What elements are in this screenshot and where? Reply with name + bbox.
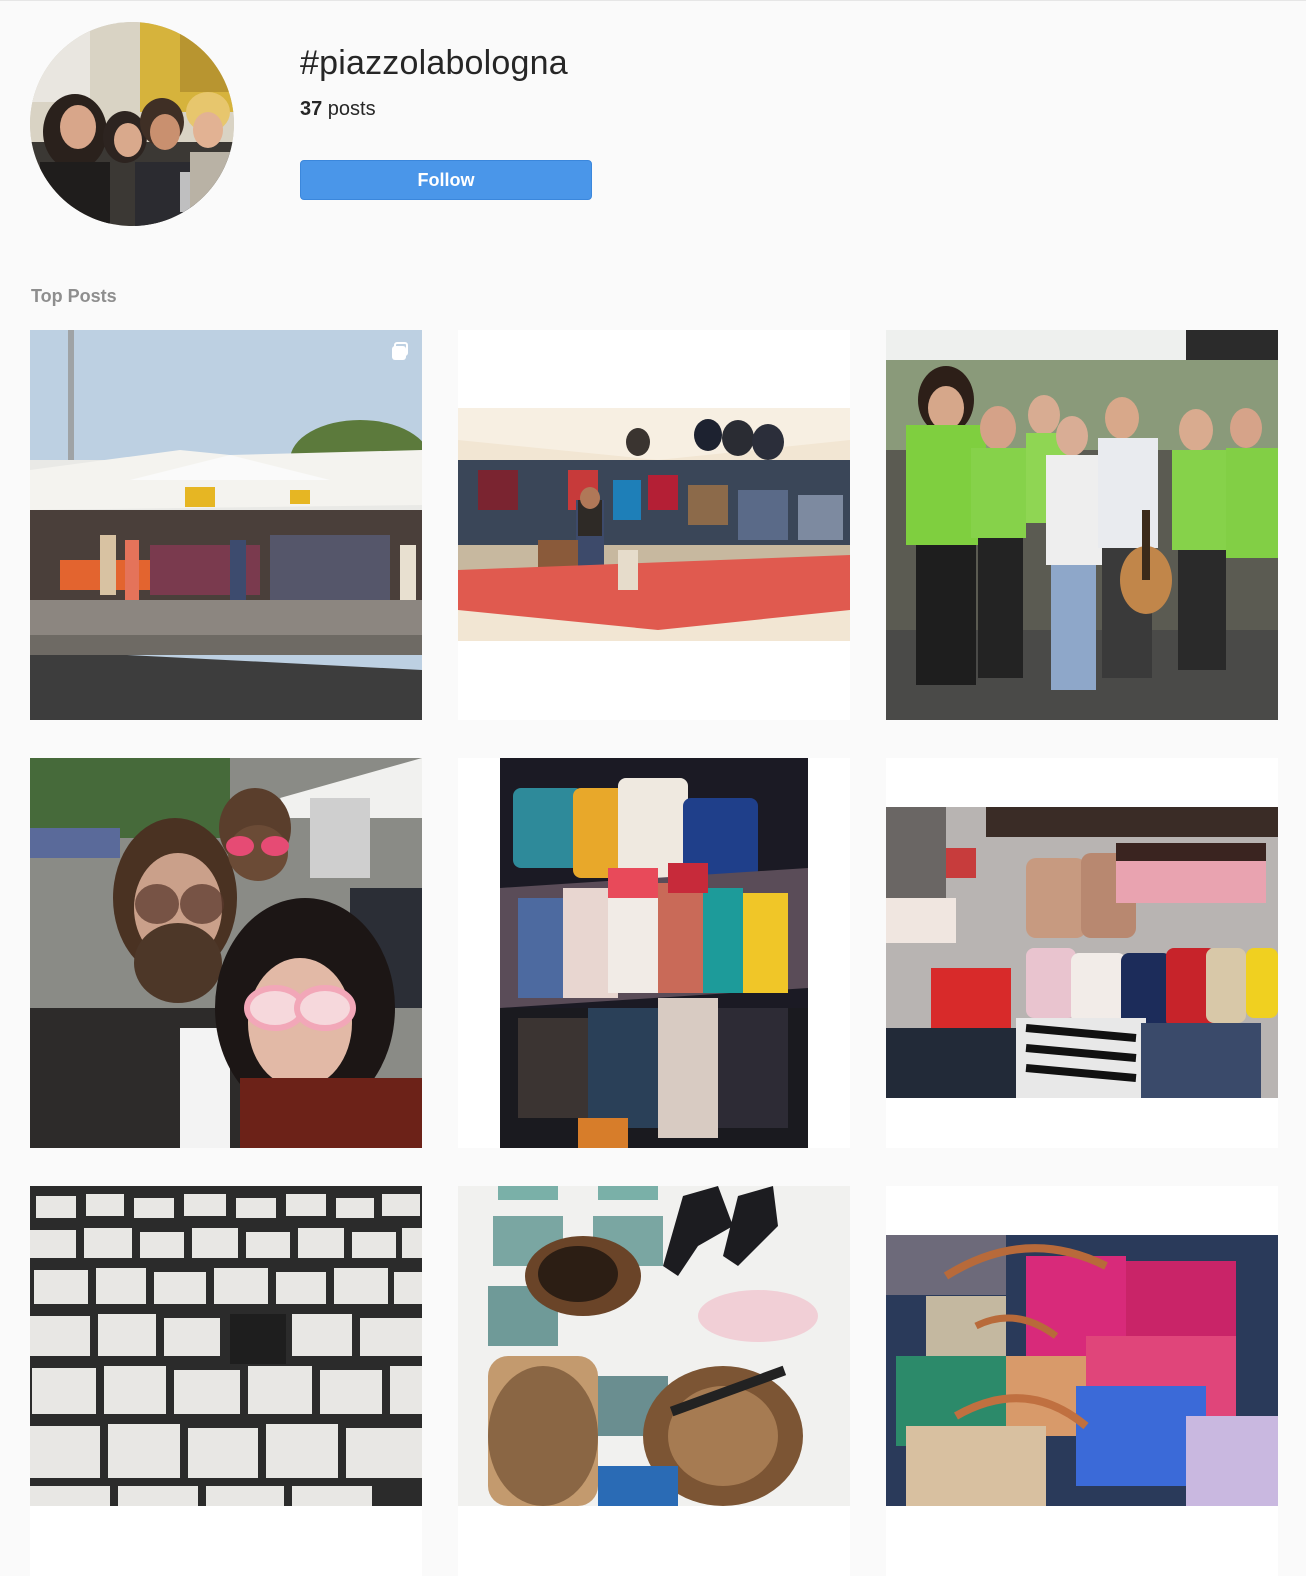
post-group-photo[interactable]: [886, 330, 1278, 720]
follow-button[interactable]: Follow: [300, 160, 592, 200]
post-colorful-bags[interactable]: [458, 758, 850, 1148]
post-count-label: posts: [322, 98, 376, 120]
post-flatlay-clothes[interactable]: [458, 1186, 850, 1576]
post-count: 37 posts: [300, 96, 376, 122]
post-couple-selfie[interactable]: [30, 758, 422, 1148]
hashtag-title: #piazzolabologna: [300, 44, 568, 82]
post-market-stalls[interactable]: [30, 330, 422, 720]
hashtag-avatar: [30, 22, 234, 226]
post-market-roofs[interactable]: [30, 1186, 422, 1576]
post-bags-stall[interactable]: [458, 330, 850, 720]
post-leather-bags[interactable]: [886, 758, 1278, 1148]
post-count-number: 37: [300, 98, 323, 120]
top-posts-heading: Top Posts: [31, 286, 117, 306]
post-woven-bags[interactable]: [886, 1186, 1278, 1576]
carousel-icon: [392, 342, 410, 360]
top-divider: [0, 0, 1306, 1]
